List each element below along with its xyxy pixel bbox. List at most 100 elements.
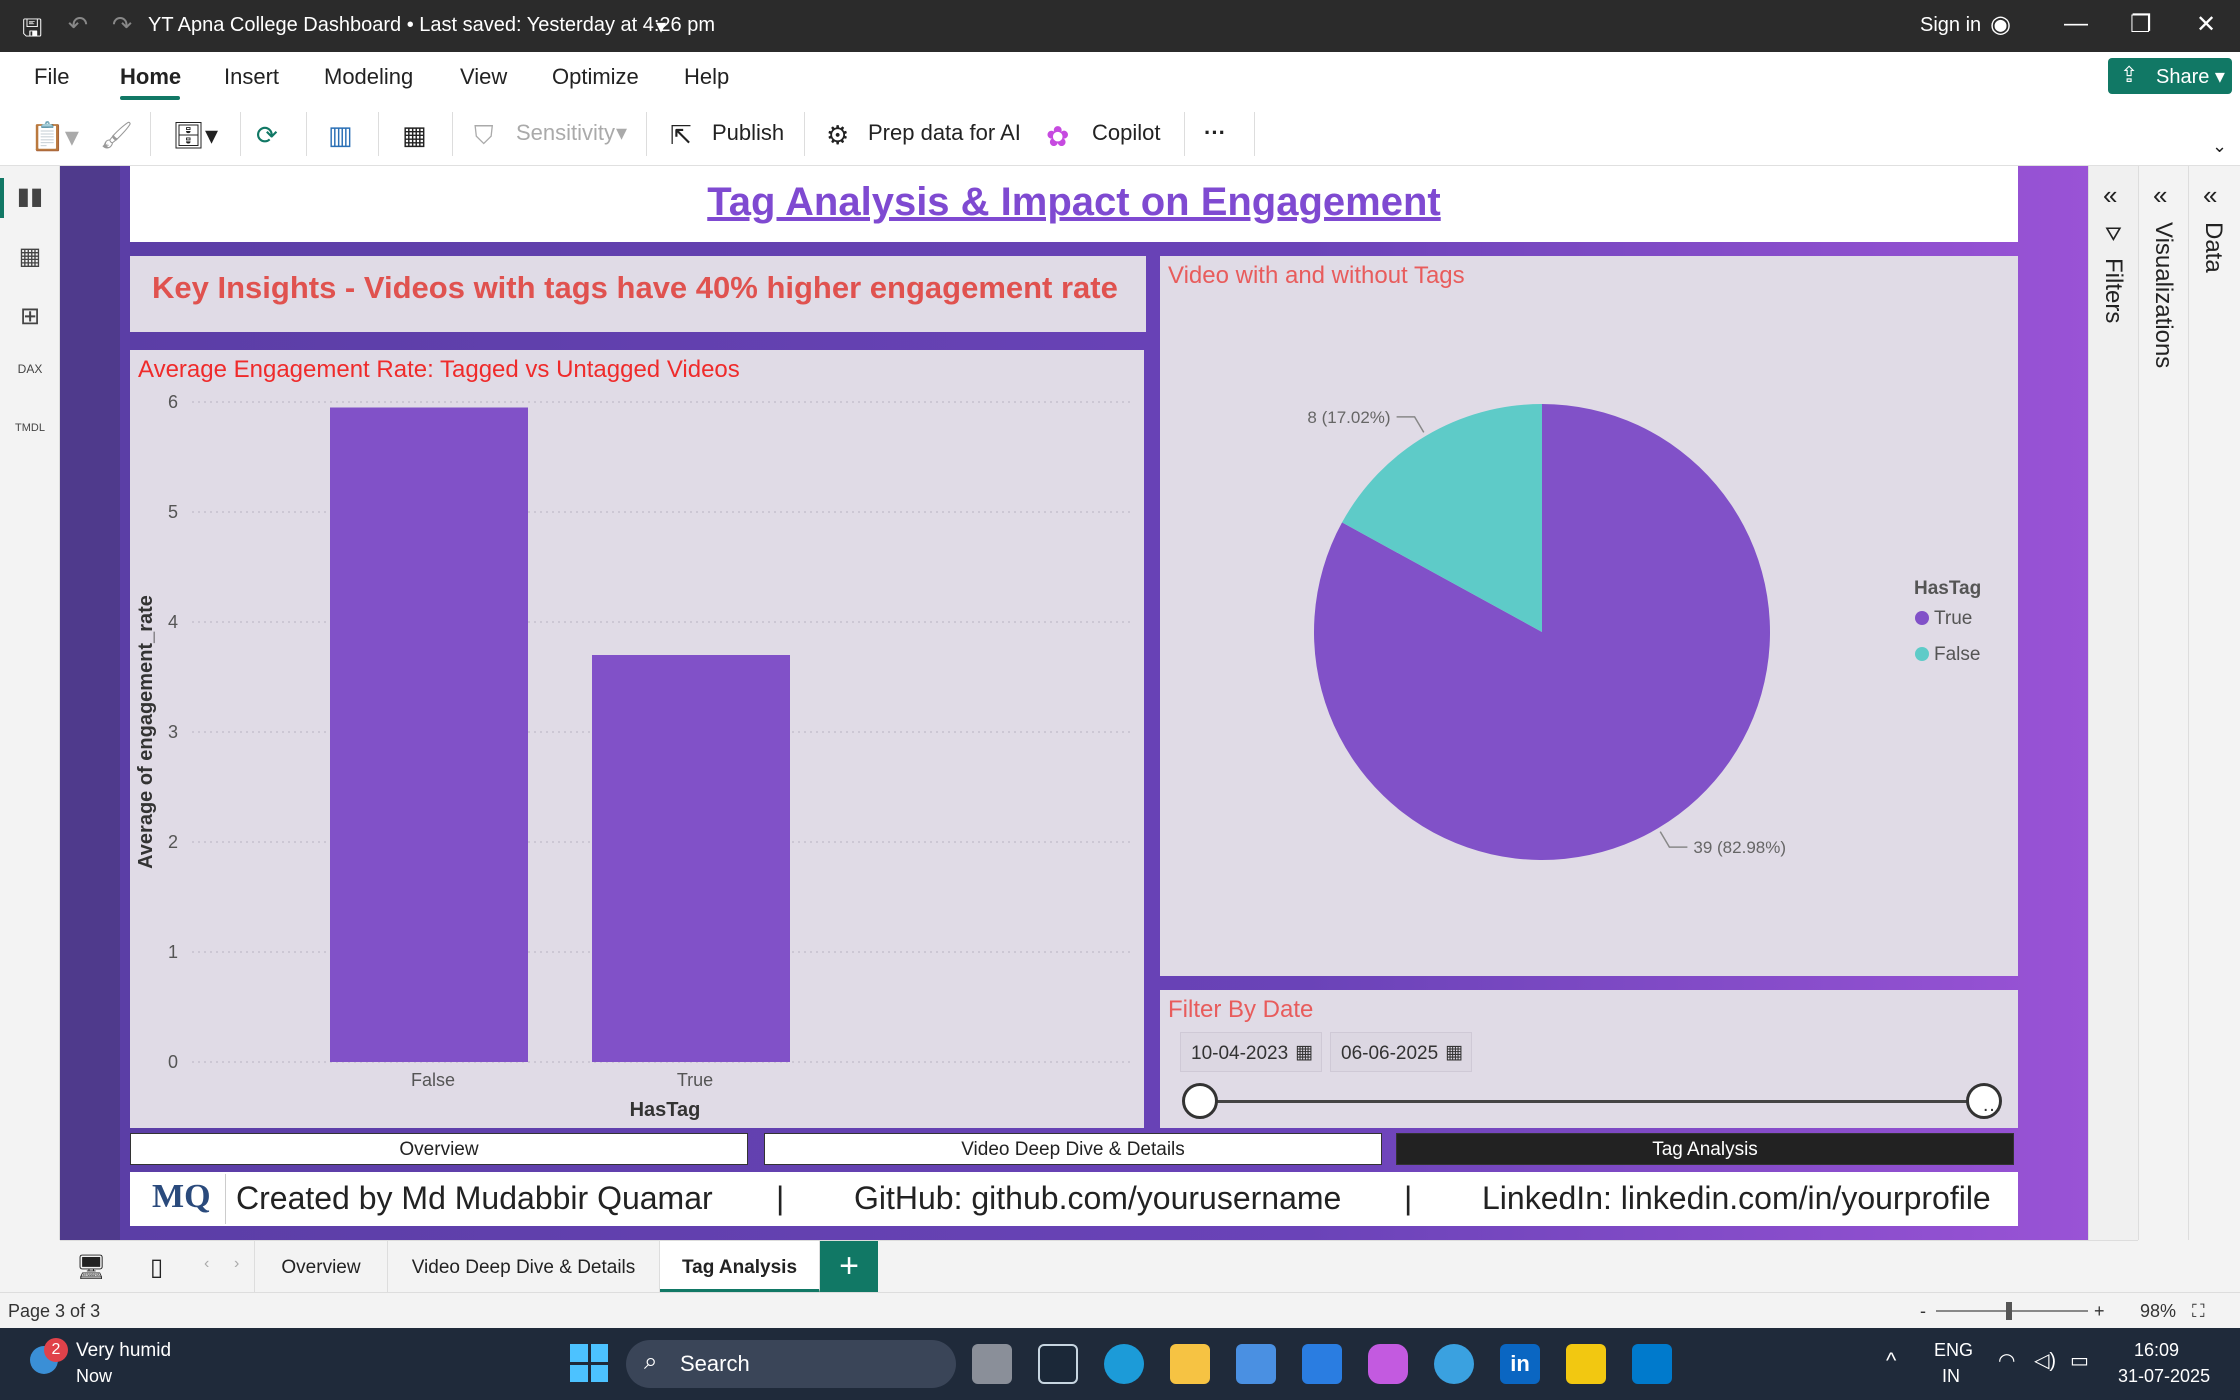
powerbi-icon[interactable] xyxy=(1566,1344,1606,1384)
calendar-icon[interactable]: ▦ xyxy=(1295,1041,1313,1064)
more-options-icon[interactable]: … xyxy=(1982,1094,2002,1117)
task-view-icon[interactable] xyxy=(972,1344,1012,1384)
help-icon[interactable] xyxy=(1434,1344,1474,1384)
minimize-button[interactable]: — xyxy=(2064,10,2088,38)
desktop-layout-icon[interactable]: 🖥 xyxy=(76,1253,106,1282)
insight-card[interactable]: Key Insights - Videos with tags have 40%… xyxy=(130,256,1146,332)
menu-help[interactable]: Help xyxy=(684,64,729,90)
restore-button[interactable]: ❐ xyxy=(2130,10,2152,39)
zoom-in-button[interactable]: + xyxy=(2094,1301,2105,1322)
collapse-ribbon-icon[interactable]: ⌄ xyxy=(2212,136,2227,157)
weather-subtext: Now xyxy=(76,1366,113,1386)
steam-icon[interactable] xyxy=(1038,1344,1078,1384)
nav-button-video-deep-dive[interactable]: Video Deep Dive & Details xyxy=(764,1133,1382,1165)
save-icon[interactable]: 🖫 xyxy=(22,11,42,52)
calendar-icon[interactable]: ▦ xyxy=(1445,1041,1463,1064)
format-painter-icon[interactable]: 🖌 xyxy=(100,120,133,151)
copilot-button[interactable]: Copilot xyxy=(1092,120,1160,146)
menu-modeling[interactable]: Modeling xyxy=(324,64,413,90)
visualizations-pane-label[interactable]: Visualizations xyxy=(2149,222,2177,368)
scroll-right-icon[interactable]: › xyxy=(234,1255,239,1273)
taskbar: 2 Very humid Now ⌕ Search in ^ ENG IN ◠ … xyxy=(0,1328,2240,1400)
report-view-icon[interactable]: ▮▮ xyxy=(14,182,46,214)
bar-chart-visual[interactable]: Average Engagement Rate: Tagged vs Untag… xyxy=(130,350,1144,1128)
table-view-icon[interactable]: ▦ xyxy=(14,242,46,274)
publish-button[interactable]: Publish xyxy=(712,120,784,146)
y-tick-label: 4 xyxy=(168,612,178,632)
expand-filters-icon[interactable]: « xyxy=(2103,180,2117,211)
page-tab-video-deep-dive[interactable]: Video Deep Dive & Details xyxy=(388,1241,660,1293)
redo-icon[interactable]: ↷ xyxy=(112,11,132,40)
menu-view[interactable]: View xyxy=(460,64,507,90)
new-visual-icon[interactable]: ▥ xyxy=(328,120,353,151)
share-button[interactable]: ⇪ Share ▾ xyxy=(2108,58,2232,94)
date-slider-track[interactable] xyxy=(1202,1100,1982,1103)
zoom-out-button[interactable]: - xyxy=(1920,1301,1926,1322)
nav-button-tag-analysis[interactable]: Tag Analysis xyxy=(1396,1133,2014,1165)
ribbon-separator xyxy=(646,112,647,156)
clock-time[interactable]: 16:09 xyxy=(2134,1340,2179,1361)
get-data-icon[interactable]: 🗄▾ xyxy=(172,120,218,151)
fit-to-page-icon[interactable]: ⛶ xyxy=(2192,1301,2205,1322)
volume-icon[interactable]: ◁) xyxy=(2034,1348,2056,1373)
filter-icon: ⛛ xyxy=(2105,224,2122,246)
zoom-slider[interactable] xyxy=(1936,1310,2088,1312)
language-indicator[interactable]: ENG xyxy=(1934,1340,1973,1361)
ribbon-separator xyxy=(150,112,151,156)
filters-pane-label[interactable]: Filters xyxy=(2099,258,2127,323)
file-explorer-icon[interactable] xyxy=(1170,1344,1210,1384)
page-tab-overview[interactable]: Overview xyxy=(254,1241,388,1293)
tmdl-view-icon[interactable]: TMDL xyxy=(14,422,46,454)
scroll-left-icon[interactable]: ‹ xyxy=(204,1255,209,1273)
undo-icon[interactable]: ↶ xyxy=(68,11,88,40)
refresh-icon[interactable]: ⟳ xyxy=(256,120,278,151)
ribbon-separator xyxy=(306,112,307,156)
account-icon[interactable]: ◉ xyxy=(1990,10,2011,39)
hp-icon[interactable] xyxy=(1302,1344,1342,1384)
legend-item: True xyxy=(1934,608,1972,629)
data-pane[interactable]: « Data xyxy=(2188,166,2240,1240)
slider-start-handle[interactable] xyxy=(1182,1083,1218,1119)
wifi-icon[interactable]: ◠ xyxy=(1998,1348,2015,1373)
model-view-icon[interactable]: ⊞ xyxy=(14,302,46,334)
taskbar-search[interactable]: ⌕ Search xyxy=(626,1340,956,1388)
start-date-input[interactable]: 10-04-2023 ▦ xyxy=(1180,1032,1322,1072)
bar-chart-svg: 0 1 2 3 4 5 6 False True HasTag Average of engagem… xyxy=(135,392,1130,1121)
calculator-icon[interactable]: ▦ xyxy=(402,120,427,151)
copilot-app-icon[interactable] xyxy=(1368,1344,1408,1384)
menu-insert[interactable]: Insert xyxy=(224,64,279,90)
expand-visualizations-icon[interactable]: « xyxy=(2153,180,2167,211)
store-icon[interactable] xyxy=(1236,1344,1276,1384)
edge-icon[interactable] xyxy=(1104,1344,1144,1384)
sign-in-link[interactable]: Sign in xyxy=(1920,14,1981,37)
prep-data-button[interactable]: Prep data for AI xyxy=(868,120,1021,146)
weather-text[interactable]: Very humid xyxy=(76,1340,171,1362)
menu-home[interactable]: Home xyxy=(120,64,181,90)
menu-file[interactable]: File xyxy=(34,64,69,90)
vscode-icon[interactable] xyxy=(1632,1344,1672,1384)
battery-icon[interactable]: ▭ xyxy=(2070,1348,2089,1373)
bar xyxy=(330,407,528,1062)
nav-button-overview[interactable]: Overview xyxy=(130,1133,748,1165)
add-page-button[interactable]: + xyxy=(820,1241,878,1293)
title-dropdown-icon[interactable]: ▾ xyxy=(656,14,666,39)
pie-chart-visual[interactable]: Video with and without Tags 39 (82.98%) 8… xyxy=(1160,256,2018,976)
expand-data-icon[interactable]: « xyxy=(2203,180,2217,211)
linkedin-icon[interactable]: in xyxy=(1500,1344,1540,1384)
end-date-input[interactable]: 06-06-2025 ▦ xyxy=(1330,1032,1472,1072)
menu-optimize[interactable]: Optimize xyxy=(552,64,639,90)
dax-query-icon[interactable]: DAX xyxy=(14,362,46,394)
visualizations-pane[interactable]: « Visualizations xyxy=(2138,166,2188,1240)
more-options-button[interactable]: ··· xyxy=(1204,120,1226,146)
tray-overflow-icon[interactable]: ^ xyxy=(1886,1348,1896,1374)
filters-pane[interactable]: « ⛛ Filters xyxy=(2088,166,2138,1240)
y-tick-label: 5 xyxy=(168,502,178,522)
start-button[interactable] xyxy=(570,1344,608,1382)
page-tab-tag-analysis[interactable]: Tag Analysis xyxy=(660,1241,820,1293)
title-bar: 🖫 ↶ ↷ YT Apna College Dashboard • Last s… xyxy=(0,0,2240,52)
paste-icon[interactable]: 📋▾ xyxy=(30,120,79,153)
data-pane-label[interactable]: Data xyxy=(2199,222,2227,273)
zoom-slider-handle[interactable] xyxy=(2006,1302,2012,1320)
close-button[interactable]: ✕ xyxy=(2196,10,2216,39)
mobile-layout-icon[interactable]: ▯ xyxy=(150,1253,163,1282)
